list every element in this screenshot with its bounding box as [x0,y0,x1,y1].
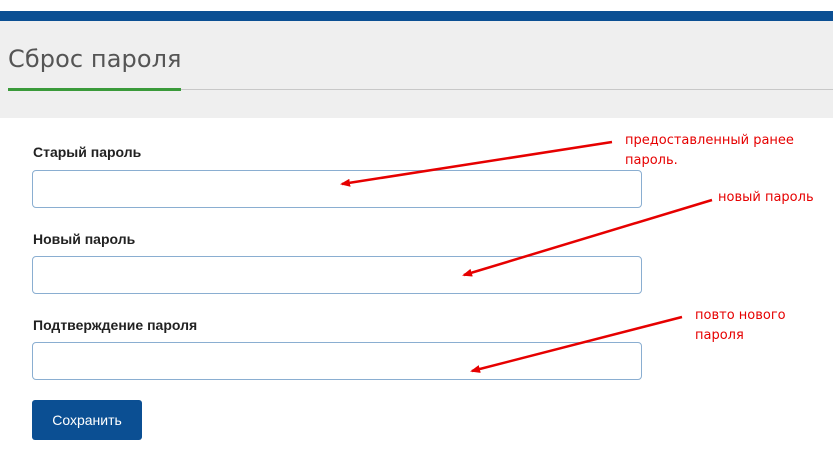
arrow-to-new-password [462,198,713,277]
arrow-to-old-password [340,140,613,187]
arrow-to-confirm-password [470,315,683,373]
annotation-arrows [340,140,713,373]
